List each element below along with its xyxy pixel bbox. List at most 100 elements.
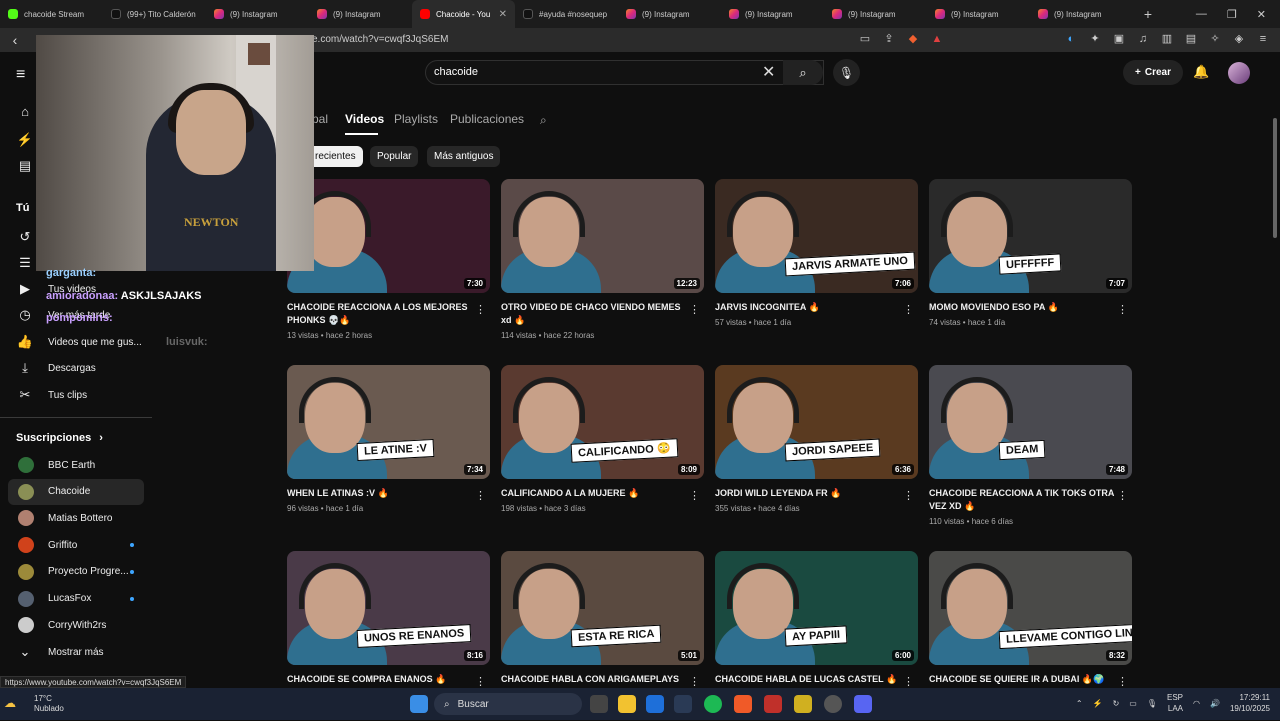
ai-icon[interactable]: ✧	[1208, 32, 1222, 46]
video-title[interactable]: CHACOIDE HABLA DE LUCAS CASTEL 🔥	[715, 673, 901, 686]
game-app-icon[interactable]	[764, 695, 782, 713]
video-title[interactable]: OTRO VIDEO DE CHACO VIENDO MEMES xd 🔥	[501, 301, 687, 327]
screen-cast-icon[interactable]: ▭	[858, 32, 872, 46]
sync-icon[interactable]: ↻	[1113, 699, 1120, 708]
home-icon[interactable]: ⌂	[16, 104, 34, 119]
volume-icon[interactable]: 🔊	[1210, 699, 1220, 708]
close-tab-icon[interactable]: ✕	[499, 9, 507, 20]
browser-tab[interactable]: (9) Instagram	[721, 0, 824, 28]
show-more-button[interactable]: ⌄ Mostrar más	[8, 639, 144, 665]
video-title[interactable]: MOMO MOVIENDO ESO PA 🔥	[929, 301, 1115, 314]
microphone-icon[interactable]: 🎙	[1147, 699, 1157, 708]
video-title[interactable]: CHACOIDE HABLA CON ARIGAMEPLAYS	[501, 673, 687, 686]
video-thumbnail[interactable]: ESTA RE RICA 5:01	[501, 551, 704, 665]
history-icon[interactable]: ↺	[16, 229, 34, 245]
wallet-icon[interactable]: ▤	[1184, 32, 1198, 46]
tab-playlists[interactable]: Playlists	[394, 112, 438, 126]
maximize-icon[interactable]: ❐	[1227, 8, 1237, 21]
brave-icon[interactable]	[734, 695, 752, 713]
steam-icon[interactable]	[674, 695, 692, 713]
network-icon[interactable]: ⚡	[1093, 699, 1103, 708]
video-thumbnail[interactable]: JARVIS ARMATE UNO 7:06	[715, 179, 918, 293]
playlists-icon[interactable]: ☰	[16, 255, 34, 271]
menu-icon[interactable]: ≡	[1256, 32, 1270, 46]
video-card[interactable]: JARVIS ARMATE UNO 7:06 JARVIS INCOGNITEA 🔥…	[715, 179, 918, 349]
chip-oldest[interactable]: Más antiguos	[427, 146, 501, 167]
subscriptions-icon[interactable]: ▤	[16, 158, 34, 174]
reader-icon[interactable]: ▣	[1112, 32, 1126, 46]
more-options-icon[interactable]: ⋮	[1117, 489, 1128, 502]
search-button[interactable]: ⌕	[783, 60, 823, 85]
browser-tab[interactable]: chacoide Stream	[0, 0, 103, 28]
new-tab-button[interactable]: +	[1133, 6, 1163, 22]
subscription-item[interactable]: BBC Earth	[8, 452, 144, 478]
close-window-icon[interactable]: ✕	[1257, 8, 1266, 21]
taskbar-search[interactable]: ⌕ Buscar	[434, 693, 582, 715]
video-card[interactable]: JORDI SAPEEE 6:36 JORDI WILD LEYENDA FR 🔥 ⋮…	[715, 365, 918, 535]
video-title[interactable]: JARVIS INCOGNITEA 🔥	[715, 301, 901, 314]
video-thumbnail[interactable]: 7:30	[287, 179, 490, 293]
video-thumbnail[interactable]: JORDI SAPEEE 6:36	[715, 365, 918, 479]
video-title[interactable]: CALIFICANDO A LA MUJERE 🔥	[501, 487, 687, 500]
video-card[interactable]: 7:30 CHACOIDE REACCIONA A LOS MEJORES PHO…	[287, 179, 490, 349]
browser-tab[interactable]: (9) Instagram	[824, 0, 927, 28]
more-options-icon[interactable]: ⋮	[689, 675, 700, 688]
notifications-bell-icon[interactable]: 🔔	[1193, 64, 1209, 80]
subscription-item[interactable]: Griffito	[8, 532, 144, 558]
video-title[interactable]: JORDI WILD LEYENDA FR 🔥	[715, 487, 901, 500]
search-input[interactable]: chacoide	[434, 66, 478, 78]
chevron-up-icon[interactable]: ⌃	[1076, 699, 1083, 708]
more-options-icon[interactable]: ⋮	[689, 303, 700, 316]
sidebar-toggle-icon[interactable]: ▥	[1160, 32, 1174, 46]
video-title[interactable]: CHACOIDE SE COMPRA ENANOS 🔥	[287, 673, 473, 686]
back-arrow-icon[interactable]: ‹	[0, 32, 30, 48]
clear-search-icon[interactable]: ✕	[762, 62, 775, 82]
browser-tab[interactable]: (9) Instagram	[1030, 0, 1133, 28]
video-thumbnail[interactable]: UNOS RE ENANOS 8:16	[287, 551, 490, 665]
video-thumbnail[interactable]: LLEVAME CONTIGO LINDO 8:32	[929, 551, 1132, 665]
language-indicator[interactable]: ESP LAA	[1167, 692, 1183, 714]
vpn-icon[interactable]: ◈	[1232, 32, 1246, 46]
browser-tab[interactable]: (99+) Tito Calderón	[103, 0, 206, 28]
video-thumbnail[interactable]: 12:23	[501, 179, 704, 293]
account-avatar[interactable]	[1228, 62, 1250, 84]
subscription-item[interactable]: Chacoide	[8, 478, 144, 505]
tab-posts[interactable]: Publicaciones	[450, 112, 524, 126]
subscription-item[interactable]: Matias Bottero	[8, 505, 144, 531]
spotify-icon[interactable]	[704, 695, 722, 713]
tab-videos[interactable]: Videos	[345, 112, 384, 126]
video-title[interactable]: CHACOIDE SE QUIERE IR A DUBAI 🔥🌍	[929, 673, 1115, 686]
more-options-icon[interactable]: ⋮	[689, 489, 700, 502]
video-title[interactable]: WHEN LE ATINAS :V 🔥	[287, 487, 473, 500]
video-title[interactable]: CHACOIDE REACCIONA A TIK TOKS OTRA VEZ X…	[929, 487, 1115, 513]
more-options-icon[interactable]: ⋮	[1117, 303, 1128, 316]
more-options-icon[interactable]: ⋮	[903, 303, 914, 316]
url-text[interactable]: e.com/watch?v=cwqf3JqS6EM	[312, 34, 448, 45]
more-options-icon[interactable]: ⋮	[903, 675, 914, 688]
wifi-icon[interactable]: ◠	[1193, 699, 1200, 708]
share-icon[interactable]: ⇪	[882, 32, 896, 46]
more-options-icon[interactable]: ⋮	[475, 675, 486, 688]
subscriptions-header[interactable]: Suscripciones ›	[16, 432, 103, 444]
video-thumbnail[interactable]: CALIFICANDO 😳 8:09	[501, 365, 704, 479]
sidebar-item-clips[interactable]: ✂ Tus clips	[8, 382, 144, 408]
video-thumbnail[interactable]: AY PAPIII 6:00	[715, 551, 918, 665]
channel-search-icon[interactable]: ⌕	[540, 113, 547, 128]
video-title[interactable]: CHACOIDE REACCIONA A LOS MEJORES PHONKS …	[287, 301, 473, 327]
browser-tab[interactable]: (9) Instagram	[206, 0, 309, 28]
sidebar-item-downloads[interactable]: ⤓ Descargas	[8, 355, 144, 381]
chip-recent[interactable]: recientes	[308, 146, 363, 167]
voice-search-button[interactable]: 🎙	[833, 59, 860, 86]
task-view-icon[interactable]	[590, 695, 608, 713]
create-button[interactable]: + Crear	[1123, 60, 1183, 85]
chip-popular[interactable]: Popular	[370, 146, 419, 167]
browser-tab[interactable]: Chacoide - You ✕	[412, 0, 515, 28]
music-icon[interactable]: ♫	[1136, 32, 1150, 46]
video-card[interactable]: UFFFFFF 7:07 MOMO MOVIENDO ESO PA 🔥 ⋮ 74 vis…	[929, 179, 1132, 349]
subscription-item[interactable]: LucasFox	[8, 586, 144, 612]
video-card[interactable]: 12:23 OTRO VIDEO DE CHACO VIENDO MEMES xd…	[501, 179, 704, 349]
more-options-icon[interactable]: ⋮	[475, 303, 486, 316]
browser-tab[interactable]: (9) Instagram	[618, 0, 721, 28]
file-explorer-icon[interactable]	[618, 695, 636, 713]
clock[interactable]: 17:29:11 19/10/2025	[1230, 692, 1270, 714]
